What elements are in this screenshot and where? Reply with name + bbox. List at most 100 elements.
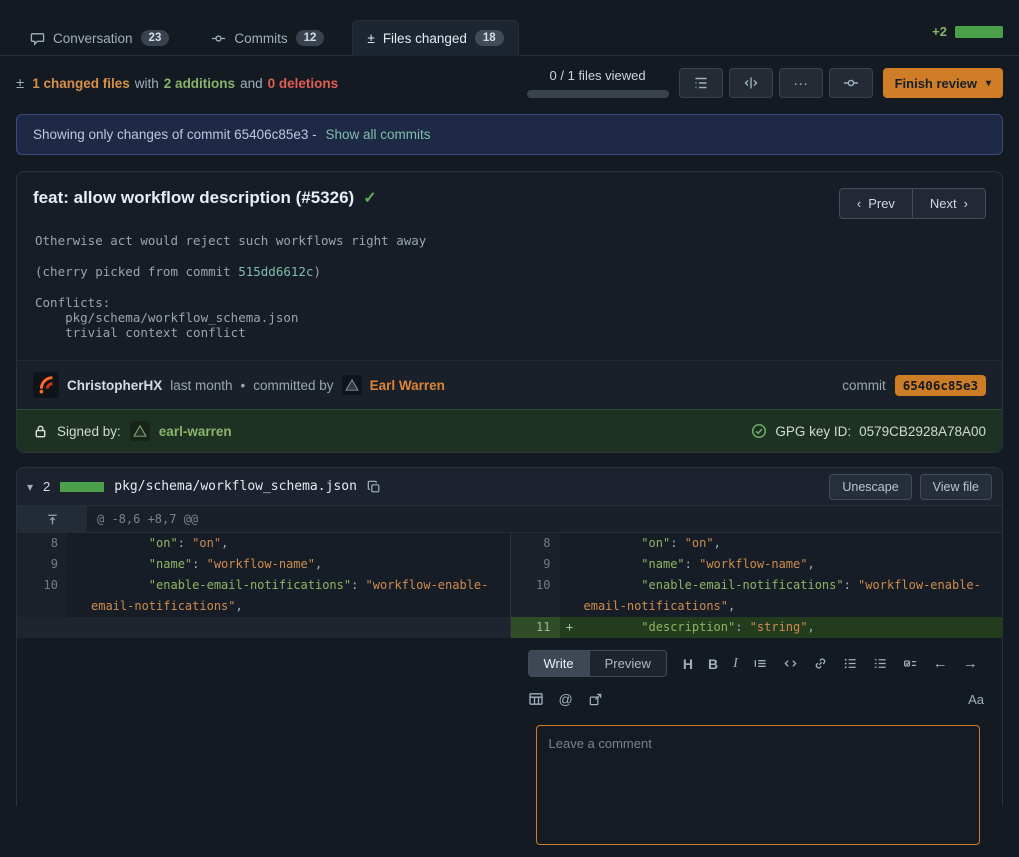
code-token: , <box>728 599 735 613</box>
signer-avatar[interactable] <box>130 421 150 441</box>
unescape-button[interactable]: Unescape <box>829 474 911 500</box>
commit-select-button[interactable] <box>829 68 873 98</box>
code-token: "description" <box>641 620 735 634</box>
view-file-button[interactable]: View file <box>920 474 992 500</box>
old-line-code: "name": "workflow-name", <box>87 554 510 575</box>
copy-path-icon[interactable] <box>367 480 381 494</box>
code-token: , <box>315 557 322 571</box>
new-line-code: "description": "string", <box>580 617 1003 638</box>
code-icon[interactable] <box>783 656 798 671</box>
show-all-commits-link[interactable]: Show all commits <box>325 127 430 142</box>
old-line-sign <box>67 617 87 638</box>
conversation-icon <box>30 31 45 46</box>
files-viewed-progress: 0 / 1 files viewed <box>527 68 669 98</box>
collapse-file-chevron-icon[interactable]: ▾ <box>27 480 33 494</box>
code-token: , <box>221 536 228 550</box>
bullet-list-icon[interactable] <box>843 656 858 671</box>
comment-textarea[interactable] <box>536 725 981 845</box>
author-avatar[interactable] <box>33 372 59 398</box>
next-label: Next <box>930 196 957 211</box>
new-line-number[interactable]: 8 <box>510 533 560 554</box>
expand-hunk-button[interactable] <box>17 506 87 532</box>
font-toggle-icon[interactable]: Aa <box>968 692 984 707</box>
heading-icon[interactable]: H <box>683 656 693 672</box>
numbered-list-icon[interactable] <box>873 656 888 671</box>
files-viewed-bar <box>527 90 669 98</box>
cherry-suffix: ) <box>313 264 321 279</box>
reference-icon[interactable] <box>588 692 603 707</box>
hunk-header-text: @ -8,6 +8,7 @@ <box>87 506 1002 532</box>
italic-icon[interactable]: I <box>733 656 738 672</box>
link-icon[interactable] <box>813 656 828 671</box>
diff-file-box: ▾ 2 pkg/schema/workflow_schema.json Unes… <box>16 467 1003 806</box>
tab-conversation-count: 23 <box>141 30 170 46</box>
comment-region-left-spacer <box>17 638 510 857</box>
code-token: "enable-email-notifications" <box>641 578 843 592</box>
finish-review-button[interactable]: Finish review ▾ <box>883 68 1003 98</box>
committer-avatar[interactable] <box>342 375 362 395</box>
task-list-icon[interactable] <box>903 656 918 671</box>
code-token <box>91 536 149 550</box>
mention-icon[interactable]: @ <box>559 691 573 707</box>
signature-row: Signed by: earl-warren GPG key ID: 0579C… <box>17 409 1002 452</box>
diff-icon: ± <box>367 31 374 46</box>
commit-message-line: Otherwise act would reject such workflow… <box>35 233 984 248</box>
ellipsis-icon: ··· <box>793 75 808 92</box>
inline-comment-region: Write Preview H B I <box>17 638 1002 806</box>
cherry-pick-hash-link[interactable]: 515dd6612c <box>238 264 313 279</box>
quote-icon[interactable] <box>753 656 768 671</box>
next-commit-button[interactable]: Next › <box>912 188 986 219</box>
changed-files-count[interactable]: 1 changed files <box>32 76 130 91</box>
code-token: "on" <box>641 536 670 550</box>
new-line-number[interactable]: 10 <box>510 575 560 617</box>
tab-conversation[interactable]: Conversation 23 <box>16 21 183 55</box>
inline-comment-editor: Write Preview H B I <box>510 638 1003 857</box>
caret-down-icon: ▾ <box>986 78 991 89</box>
commit-author[interactable]: ChristopherHX <box>67 378 162 393</box>
code-token <box>91 557 149 571</box>
prev-commit-button[interactable]: ‹ Prev <box>839 188 913 219</box>
new-line-number[interactable]: 9 <box>510 554 560 575</box>
commit-box: feat: allow workflow description (#5326)… <box>16 171 1003 453</box>
file-additions-count: 2 <box>43 479 50 494</box>
signer-name[interactable]: earl-warren <box>159 424 232 439</box>
old-line-code: "enable-email-notifications": "workflow-… <box>87 575 510 617</box>
code-token: : <box>351 578 365 592</box>
commit-icon <box>211 31 226 46</box>
new-line-sign: + <box>560 617 580 638</box>
new-line-sign <box>560 533 580 554</box>
old-line-number[interactable]: 10 <box>17 575 67 617</box>
file-name[interactable]: pkg/schema/workflow_schema.json <box>114 479 357 494</box>
diff-rows: 8 "on": "on",8 "on": "on",9 "name": "wor… <box>17 533 1002 638</box>
new-line-number[interactable]: 11 <box>510 617 560 638</box>
old-line-number[interactable]: 9 <box>17 554 67 575</box>
tab-files-changed[interactable]: ± Files changed 18 <box>352 20 518 56</box>
files-viewed-label: 0 / 1 files viewed <box>550 68 646 83</box>
write-tab[interactable]: Write <box>529 651 589 676</box>
diff-options-button[interactable]: ··· <box>779 68 823 98</box>
commit-hash-badge[interactable]: 65406c85e3 <box>895 375 986 396</box>
code-token: : <box>685 557 699 571</box>
old-line-number[interactable]: 8 <box>17 533 67 554</box>
verified-check-circle-icon <box>751 423 767 439</box>
code-token: : <box>735 620 749 634</box>
committer-name[interactable]: Earl Warren <box>370 378 445 393</box>
table-icon[interactable] <box>528 691 544 707</box>
old-line-sign <box>67 575 87 617</box>
tab-conversation-label: Conversation <box>53 31 133 46</box>
indent-icon[interactable]: → <box>963 655 978 672</box>
preview-tab[interactable]: Preview <box>589 651 666 676</box>
hunk-header-row: @ -8,6 +8,7 @@ <box>17 506 1002 533</box>
diff-file-header: ▾ 2 pkg/schema/workflow_schema.json Unes… <box>17 468 1002 506</box>
tab-commits[interactable]: Commits 12 <box>197 21 338 55</box>
split-view-button[interactable] <box>729 68 773 98</box>
code-token: "on" <box>149 536 178 550</box>
outdent-icon[interactable]: ← <box>933 655 948 672</box>
commit-status-check-icon[interactable]: ✓ <box>363 188 376 208</box>
old-line-sign <box>67 554 87 575</box>
file-tree-toggle-button[interactable] <box>679 68 723 98</box>
new-line-sign <box>560 554 580 575</box>
diff-summary: ± 1 changed files with 2 additions and 0… <box>16 75 338 92</box>
diff-summary-icon: ± <box>16 75 24 92</box>
bold-icon[interactable]: B <box>708 656 718 672</box>
